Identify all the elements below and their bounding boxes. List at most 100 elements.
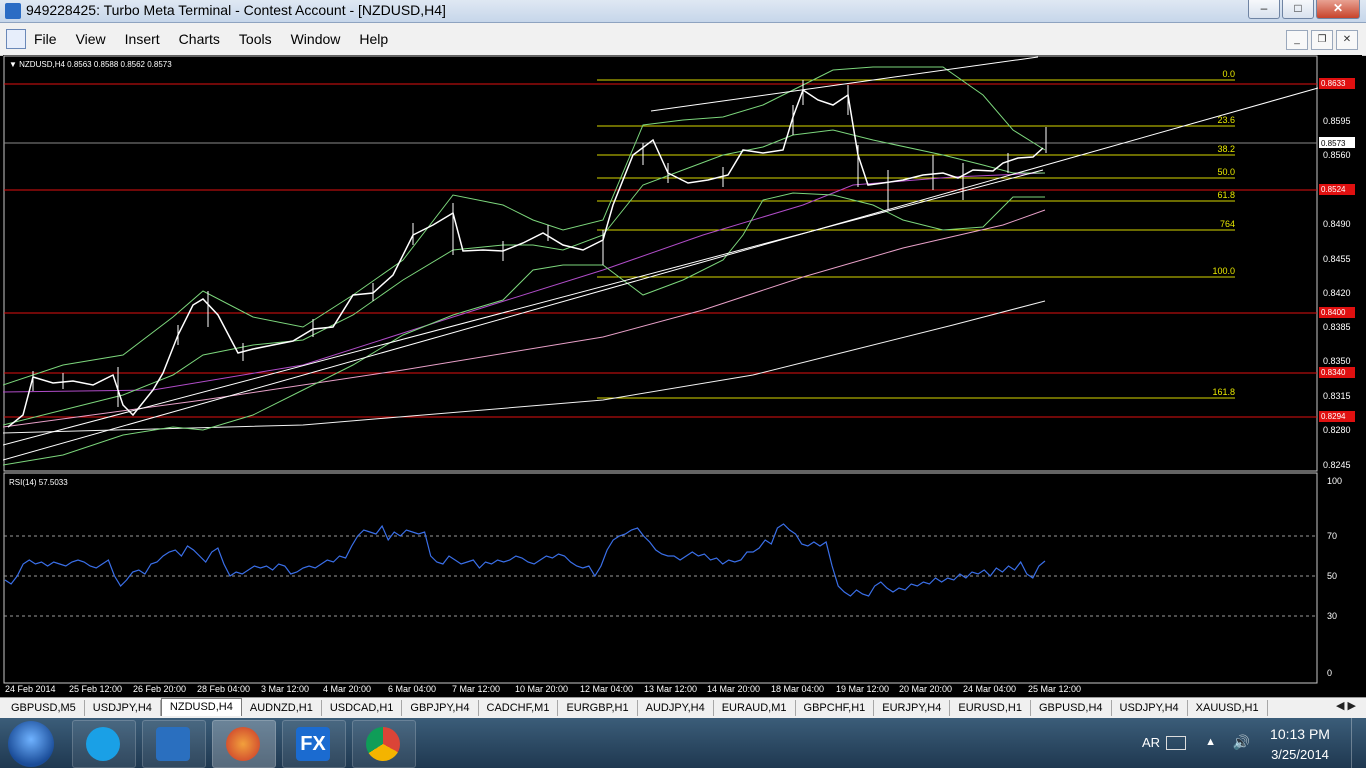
fib-label-0: 0.0 — [1222, 69, 1235, 79]
fib-label-50: 50.0 — [1217, 167, 1235, 177]
start-button[interactable] — [8, 721, 54, 767]
minimize-button[interactable]: – — [1248, 0, 1280, 19]
menu-charts[interactable]: Charts — [179, 31, 220, 47]
window-title: 949228425: Turbo Meta Terminal - Contest… — [26, 2, 446, 18]
price-label: 0.8455 — [1323, 254, 1351, 264]
tab-audnzd-h1[interactable]: AUDNZD,H1 — [242, 700, 322, 716]
chart-header: ▼ NZDUSD,H4 0.8563 0.8588 0.8562 0.8573 — [9, 60, 172, 69]
tab-nzdusd-h4[interactable]: NZDUSD,H4 — [160, 698, 242, 716]
fib-label-38-2: 38.2 — [1217, 144, 1235, 154]
maximize-button[interactable]: □ — [1282, 0, 1314, 19]
taskbar-terminal[interactable] — [212, 720, 276, 768]
price-label: 0.8385 — [1323, 322, 1351, 332]
chart-window-icon[interactable] — [6, 29, 26, 49]
volume-icon[interactable]: 🔊 — [1233, 734, 1250, 751]
taskbar-skype[interactable] — [72, 720, 136, 768]
price-label: 0.8280 — [1323, 425, 1351, 435]
fib-label-161-8: 161.8 — [1212, 387, 1235, 397]
red-level-badge: 0.8633 — [1321, 79, 1346, 88]
time-label: 18 Mar 04:00 — [771, 684, 824, 694]
red-level-badge: 0.8294 — [1321, 412, 1346, 421]
chart-area[interactable]: 0.0 23.6 38.2 50.0 61.8 764 100.0 161.8 … — [2, 55, 1362, 697]
system-tray: AR ▲ 🔊 10:13 PM 3/25/2014 — [1106, 718, 1366, 768]
trendline-middle — [2, 169, 1044, 446]
tab-cadchf-m1[interactable]: CADCHF,M1 — [479, 700, 559, 716]
child-close-button[interactable]: ✕ — [1336, 30, 1358, 50]
rsi-level-label: 30 — [1327, 611, 1337, 621]
time-label: 10 Mar 20:00 — [515, 684, 568, 694]
time-label: 4 Mar 20:00 — [323, 684, 371, 694]
time-label: 28 Feb 04:00 — [197, 684, 250, 694]
child-restore-button[interactable]: ❐ — [1311, 30, 1333, 50]
taskbar-app-blue[interactable] — [142, 720, 206, 768]
tab-euraud-m1[interactable]: EURAUD,M1 — [714, 700, 796, 716]
fib-label-23-6: 23.6 — [1217, 115, 1235, 125]
rsi-level-label: 0 — [1327, 668, 1332, 678]
clock-time[interactable]: 10:13 PM — [1260, 726, 1340, 742]
menu-window[interactable]: Window — [291, 31, 341, 47]
time-label: 14 Mar 20:00 — [707, 684, 760, 694]
time-label: 13 Mar 12:00 — [644, 684, 697, 694]
show-desktop-button[interactable] — [1351, 718, 1366, 768]
tab-audjpy-h4[interactable]: AUDJPY,H4 — [638, 700, 714, 716]
menu-insert[interactable]: Insert — [125, 31, 160, 47]
rsi-line — [4, 523, 1046, 597]
keyboard-icon[interactable] — [1166, 736, 1186, 750]
rsi-level-label: 100 — [1327, 476, 1342, 486]
fib-label-76-4: 764 — [1220, 219, 1235, 229]
price-label: 0.8490 — [1323, 219, 1351, 229]
menu-tools[interactable]: Tools — [239, 31, 272, 47]
price-line — [7, 88, 1044, 428]
time-label: 3 Mar 12:00 — [261, 684, 309, 694]
current-price-badge: 0.8573 — [1321, 139, 1346, 148]
windows-taskbar: FX AR ▲ 🔊 10:13 PM 3/25/2014 — [0, 718, 1366, 768]
close-button[interactable]: ✕ — [1316, 0, 1360, 19]
tab-usdjpy-h4-2[interactable]: USDJPY,H4 — [1112, 700, 1188, 716]
taskbar-chrome[interactable] — [352, 720, 416, 768]
app-icon — [5, 3, 21, 19]
tab-gbpchf-h1[interactable]: GBPCHF,H1 — [796, 700, 875, 716]
menu-view[interactable]: View — [76, 31, 106, 47]
tab-usdjpy-h4[interactable]: USDJPY,H4 — [85, 700, 161, 716]
time-label: 25 Feb 12:00 — [69, 684, 122, 694]
tab-xauusd-h1[interactable]: XAUUSD,H1 — [1188, 700, 1268, 716]
tab-usdcad-h1[interactable]: USDCAD,H1 — [322, 700, 403, 716]
bollinger-lower — [2, 192, 1045, 466]
tab-eurgbp-h1[interactable]: EURGBP,H1 — [558, 700, 638, 716]
price-label: 0.8595 — [1323, 116, 1351, 126]
tab-gbpjpy-h4[interactable]: GBPJPY,H4 — [402, 700, 479, 716]
tab-gbpusd-h4[interactable]: GBPUSD,H4 — [1031, 700, 1112, 716]
time-label: 26 Feb 20:00 — [133, 684, 186, 694]
tab-scroll-arrows[interactable]: ◀ ▶ — [1336, 699, 1356, 712]
time-label: 7 Mar 12:00 — [452, 684, 500, 694]
menu-help[interactable]: Help — [359, 31, 388, 47]
child-minimize-button[interactable]: _ — [1286, 30, 1308, 50]
time-label: 19 Mar 12:00 — [836, 684, 889, 694]
price-label: 0.8350 — [1323, 356, 1351, 366]
time-label: 20 Mar 20:00 — [899, 684, 952, 694]
time-label: 24 Mar 04:00 — [963, 684, 1016, 694]
window-title-bar: 949228425: Turbo Meta Terminal - Contest… — [0, 0, 1366, 23]
bollinger-upper — [2, 66, 1046, 386]
red-level-badge: 0.8524 — [1321, 185, 1346, 194]
tab-eurusd-h1[interactable]: EURUSD,H1 — [950, 700, 1031, 716]
fib-label-61-8: 61.8 — [1217, 190, 1235, 200]
chart-tab-bar: GBPUSD,M5 USDJPY,H4 NZDUSD,H4 AUDNZD,H1 … — [0, 697, 1366, 719]
red-level-badge: 0.8340 — [1321, 368, 1346, 377]
time-label: 25 Mar 12:00 — [1028, 684, 1081, 694]
rsi-level-label: 70 — [1327, 531, 1337, 541]
tab-eurjpy-h4[interactable]: EURJPY,H4 — [874, 700, 951, 716]
tray-expand-icon[interactable]: ▲ — [1205, 736, 1216, 748]
price-label: 0.8420 — [1323, 288, 1351, 298]
fib-label-100: 100.0 — [1212, 266, 1235, 276]
taskbar-fx[interactable]: FX — [282, 720, 346, 768]
ma-magenta-line — [2, 172, 1046, 393]
clock-date[interactable]: 3/25/2014 — [1260, 747, 1340, 762]
rsi-level-label: 50 — [1327, 571, 1337, 581]
rsi-label: RSI(14) 57.5033 — [9, 478, 68, 487]
time-label: 24 Feb 2014 — [5, 684, 56, 694]
menu-file[interactable]: File — [34, 31, 57, 47]
tab-gbpusd-m5[interactable]: GBPUSD,M5 — [3, 700, 85, 716]
language-indicator[interactable]: AR — [1142, 735, 1160, 750]
trendline-lower — [2, 87, 1319, 461]
